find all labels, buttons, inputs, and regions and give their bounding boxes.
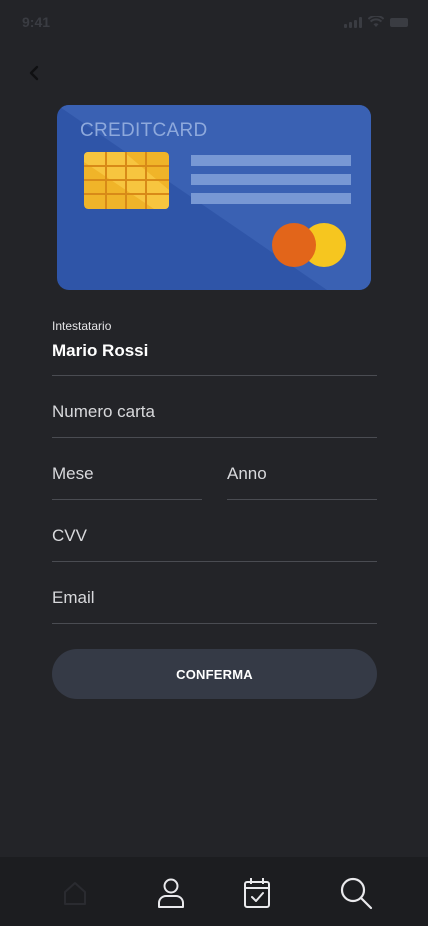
chevron-left-icon xyxy=(29,65,39,81)
year-placeholder: Anno xyxy=(227,464,267,483)
email-field[interactable]: Email xyxy=(52,562,377,624)
credit-card-illustration: CREDITCARD xyxy=(57,105,371,290)
card-stripe xyxy=(191,155,351,166)
email-placeholder: Email xyxy=(52,588,95,607)
card-stripe xyxy=(191,174,351,185)
card-stripes xyxy=(191,155,351,212)
status-time: 9:41 xyxy=(22,14,51,30)
tab-home[interactable] xyxy=(57,875,93,911)
year-field[interactable]: Anno xyxy=(227,438,377,500)
card-chip-icon xyxy=(84,152,169,209)
holder-label: Intestatario xyxy=(52,319,112,333)
card-number-field[interactable]: Numero carta xyxy=(52,376,377,438)
card-brand-logo-icon xyxy=(272,223,346,267)
cellular-signal-icon xyxy=(344,16,362,28)
search-icon xyxy=(340,877,373,910)
home-icon xyxy=(64,882,86,905)
tab-calendar[interactable] xyxy=(239,875,275,911)
month-field[interactable]: Mese xyxy=(52,438,202,500)
calendar-check-icon xyxy=(244,878,270,908)
tab-search[interactable] xyxy=(338,875,374,911)
status-icons xyxy=(344,16,408,28)
status-bar: 9:41 xyxy=(0,0,428,46)
tab-profile[interactable] xyxy=(153,875,189,911)
battery-icon xyxy=(390,17,408,27)
cvv-placeholder: CVV xyxy=(52,526,87,545)
holder-field[interactable]: Intestatario Mario Rossi xyxy=(52,305,377,376)
month-placeholder: Mese xyxy=(52,464,94,483)
card-number-placeholder: Numero carta xyxy=(52,402,155,421)
card-stripe xyxy=(191,193,351,204)
card-title: CREDITCARD xyxy=(80,120,208,141)
back-button[interactable] xyxy=(24,62,44,84)
holder-value: Mario Rossi xyxy=(52,341,149,360)
confirm-button[interactable]: CONFERMA xyxy=(52,649,377,699)
cvv-field[interactable]: CVV xyxy=(52,500,377,562)
wifi-icon xyxy=(368,16,384,27)
profile-icon xyxy=(158,878,184,908)
tab-bar xyxy=(0,857,428,926)
